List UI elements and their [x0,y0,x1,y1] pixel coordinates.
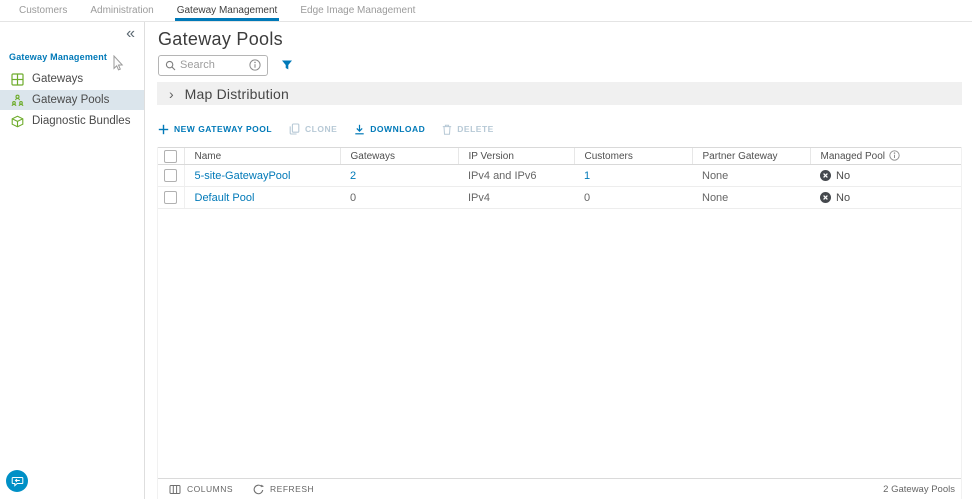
new-gateway-pool-button[interactable]: NEW GATEWAY POOL [158,124,272,135]
table-footer: COLUMNS REFRESH 2 Gateway Pools [158,478,961,499]
info-icon[interactable] [249,59,261,71]
filter-funnel-icon [281,59,293,71]
map-distribution-toggle[interactable]: › Map Distribution [157,82,962,105]
circle-x-icon [820,170,831,181]
delete-button[interactable]: DELETE [442,124,494,135]
sidebar-item-label: Gateways [32,73,83,85]
download-icon [354,124,365,135]
trash-icon [442,124,452,135]
ip-version-cell: IPv4 [458,187,574,209]
refresh-icon [253,484,264,495]
managed-pool-value: No [836,192,850,204]
sidebar-collapse-button[interactable]: « [122,24,139,44]
delete-label: DELETE [457,124,494,134]
gateway-pools-datagrid: Name Gateways IP Version Customers Partn… [157,147,962,499]
gateway-pools-table: Name Gateways IP Version Customers Partn… [158,147,961,209]
row-checkbox[interactable] [164,191,177,204]
partner-gateway-cell: None [692,165,810,187]
circle-x-icon [820,192,831,203]
pool-name-link[interactable]: Default Pool [195,192,255,204]
tab-gateway-management[interactable]: Gateway Management [175,0,280,21]
search-input[interactable] [180,59,245,71]
search-box [158,55,268,76]
chat-bubble-icon [11,475,24,488]
clone-icon [289,123,300,135]
row-count-label: 2 Gateway Pools [883,484,955,495]
columns-icon [169,484,181,495]
table-row: 5-site-GatewayPool 2 IPv4 and IPv6 1 Non… [158,165,961,187]
column-header-partner-gateway: Partner Gateway [692,148,810,165]
tab-customers[interactable]: Customers [17,0,69,21]
sidebar-item-gateways[interactable]: Gateways [0,69,144,89]
managed-pool-header-label: Managed Pool [821,151,886,162]
customers-count-link[interactable]: 1 [584,170,590,182]
tab-edge-image-management[interactable]: Edge Image Management [298,0,417,21]
info-icon[interactable] [889,150,900,161]
tab-administration[interactable]: Administration [88,0,155,21]
table-toolbar: NEW GATEWAY POOL CLONE [158,122,972,136]
column-header-customers: Customers [574,148,692,165]
sidebar-item-label: Gateway Pools [32,94,109,106]
main-content: Gateway Pools [145,22,972,499]
column-header-name: Name [184,148,340,165]
column-header-gateways: Gateways [340,148,458,165]
column-header-managed-pool: Managed Pool [810,148,961,165]
column-header-ip-version: IP Version [458,148,574,165]
gateways-count-cell: 0 [340,187,458,209]
page-title: Gateway Pools [158,29,972,50]
package-icon [11,115,24,128]
refresh-label: REFRESH [270,484,314,494]
search-row [158,54,972,76]
select-all-checkbox[interactable] [164,150,177,163]
pool-name-link[interactable]: 5-site-GatewayPool [195,170,291,182]
map-distribution-label: Map Distribution [185,86,289,102]
search-icon [165,60,176,71]
ip-version-cell: IPv4 and IPv6 [458,165,574,187]
feedback-button[interactable] [6,470,28,492]
managed-pool-cell: No [820,170,961,182]
table-empty-area [158,209,961,478]
plus-icon [158,124,169,135]
sidebar-item-diagnostic-bundles[interactable]: Diagnostic Bundles [0,111,144,131]
managed-pool-cell: No [820,192,961,204]
customers-count-cell: 0 [574,187,692,209]
sidebar-item-gateway-pools[interactable]: Gateway Pools [0,90,144,110]
refresh-button[interactable]: REFRESH [253,484,314,495]
grid-icon [11,73,24,86]
row-checkbox[interactable] [164,169,177,182]
gateways-count-link[interactable]: 2 [350,170,356,182]
download-button[interactable]: DOWNLOAD [354,124,425,135]
filter-button[interactable] [281,59,293,71]
columns-button[interactable]: COLUMNS [169,484,233,495]
table-header-row: Name Gateways IP Version Customers Partn… [158,148,961,165]
clone-button[interactable]: CLONE [289,123,337,135]
download-label: DOWNLOAD [370,124,425,134]
columns-label: COLUMNS [187,484,233,494]
chevron-right-icon: › [169,87,174,101]
group-icon [11,94,24,107]
new-gateway-pool-label: NEW GATEWAY POOL [174,124,272,134]
clone-label: CLONE [305,124,337,134]
partner-gateway-cell: None [692,187,810,209]
collapse-chevrons-icon: « [126,25,135,42]
sidebar-item-label: Diagnostic Bundles [32,115,130,127]
table-row: Default Pool 0 IPv4 0 None No [158,187,961,209]
managed-pool-value: No [836,170,850,182]
top-nav: Customers Administration Gateway Managem… [0,0,972,22]
sidebar-section-label: Gateway Management [9,52,144,62]
sidebar: « Gateway Management Gateways [0,22,145,499]
app-window: Customers Administration Gateway Managem… [0,0,972,499]
